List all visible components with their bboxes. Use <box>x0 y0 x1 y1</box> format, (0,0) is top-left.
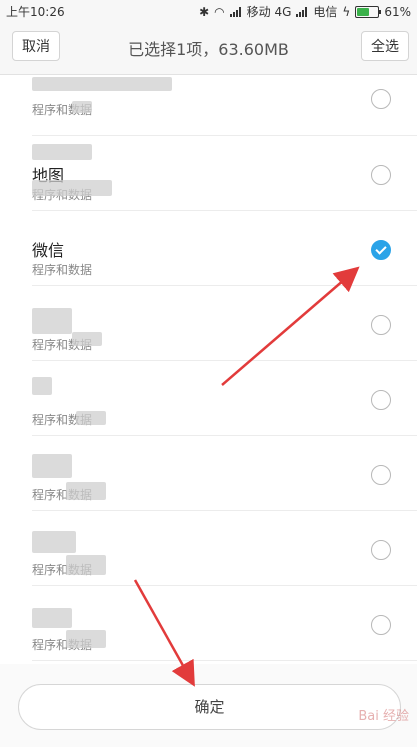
annotation-arrows <box>133 266 360 687</box>
arrow-to-checkbox <box>221 266 360 386</box>
arrow-to-confirm <box>133 579 195 687</box>
